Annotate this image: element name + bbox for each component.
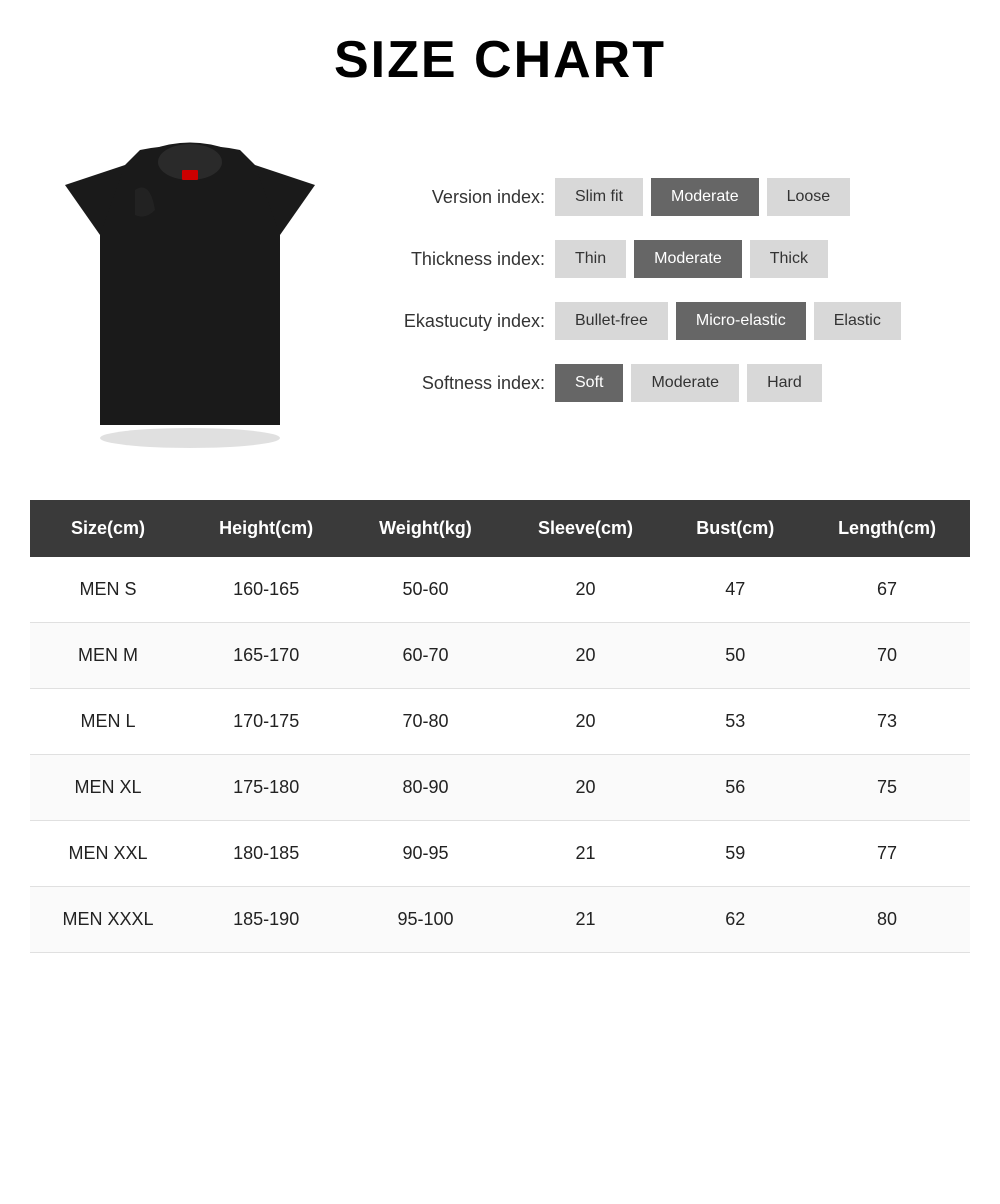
table-cell: 175-180	[186, 755, 346, 821]
softness-hard: Hard	[747, 364, 822, 402]
table-cell: 165-170	[186, 623, 346, 689]
table-cell: 90-95	[346, 821, 504, 887]
table-header-row: Size(cm) Height(cm) Weight(kg) Sleeve(cm…	[30, 500, 970, 557]
table-row: MEN XXXL185-19095-100216280	[30, 887, 970, 953]
table-cell: 80-90	[346, 755, 504, 821]
table-cell: 70-80	[346, 689, 504, 755]
version-index-label: Version index:	[370, 187, 545, 208]
col-weight: Weight(kg)	[346, 500, 504, 557]
table-cell: MEN L	[30, 689, 186, 755]
table-cell: 47	[666, 557, 804, 623]
table-row: MEN S160-16550-60204767	[30, 557, 970, 623]
softness-soft: Soft	[555, 364, 623, 402]
version-loose: Loose	[767, 178, 851, 216]
size-table: Size(cm) Height(cm) Weight(kg) Sleeve(cm…	[30, 500, 970, 953]
table-cell: MEN M	[30, 623, 186, 689]
version-index-options: Slim fit Moderate Loose	[555, 178, 850, 216]
table-row: MEN L170-17570-80205373	[30, 689, 970, 755]
table-cell: 56	[666, 755, 804, 821]
table-row: MEN M165-17060-70205070	[30, 623, 970, 689]
elasticity-index-row: Ekastucuty index: Bullet-free Micro-elas…	[370, 302, 970, 340]
table-cell: 70	[804, 623, 970, 689]
elasticity-index-label: Ekastucuty index:	[370, 311, 545, 332]
table-cell: 67	[804, 557, 970, 623]
thickness-thin: Thin	[555, 240, 626, 278]
elasticity-micro-elastic: Micro-elastic	[676, 302, 806, 340]
tshirt-image	[30, 120, 350, 460]
table-cell: 80	[804, 887, 970, 953]
col-height: Height(cm)	[186, 500, 346, 557]
table-cell: 59	[666, 821, 804, 887]
top-section: Version index: Slim fit Moderate Loose T…	[30, 120, 970, 460]
table-cell: 185-190	[186, 887, 346, 953]
col-bust: Bust(cm)	[666, 500, 804, 557]
elasticity-elastic: Elastic	[814, 302, 901, 340]
thickness-moderate: Moderate	[634, 240, 742, 278]
table-cell: 50-60	[346, 557, 504, 623]
table-cell: 180-185	[186, 821, 346, 887]
softness-index-row: Softness index: Soft Moderate Hard	[370, 364, 970, 402]
table-cell: 170-175	[186, 689, 346, 755]
table-cell: 160-165	[186, 557, 346, 623]
page-title: SIZE CHART	[30, 30, 970, 90]
table-row: MEN XXL180-18590-95215977	[30, 821, 970, 887]
table-cell: MEN XXL	[30, 821, 186, 887]
version-index-row: Version index: Slim fit Moderate Loose	[370, 178, 970, 216]
thickness-index-label: Thickness index:	[370, 249, 545, 270]
thickness-index-row: Thickness index: Thin Moderate Thick	[370, 240, 970, 278]
softness-index-label: Softness index:	[370, 373, 545, 394]
table-cell: 73	[804, 689, 970, 755]
table-cell: 20	[505, 623, 667, 689]
thickness-index-options: Thin Moderate Thick	[555, 240, 828, 278]
col-length: Length(cm)	[804, 500, 970, 557]
table-row: MEN XL175-18080-90205675	[30, 755, 970, 821]
table-cell: 21	[505, 821, 667, 887]
tshirt-svg	[50, 130, 330, 450]
size-chart-section: Size(cm) Height(cm) Weight(kg) Sleeve(cm…	[30, 500, 970, 953]
col-size: Size(cm)	[30, 500, 186, 557]
table-cell: 60-70	[346, 623, 504, 689]
indices-section: Version index: Slim fit Moderate Loose T…	[350, 178, 970, 402]
table-cell: 20	[505, 557, 667, 623]
table-cell: MEN S	[30, 557, 186, 623]
table-cell: 50	[666, 623, 804, 689]
table-cell: MEN XXXL	[30, 887, 186, 953]
table-cell: 20	[505, 755, 667, 821]
softness-index-options: Soft Moderate Hard	[555, 364, 822, 402]
thickness-thick: Thick	[750, 240, 828, 278]
elasticity-index-options: Bullet-free Micro-elastic Elastic	[555, 302, 901, 340]
table-cell: 20	[505, 689, 667, 755]
table-cell: 75	[804, 755, 970, 821]
softness-moderate: Moderate	[631, 364, 739, 402]
table-cell: MEN XL	[30, 755, 186, 821]
col-sleeve: Sleeve(cm)	[505, 500, 667, 557]
table-cell: 53	[666, 689, 804, 755]
version-slim-fit: Slim fit	[555, 178, 643, 216]
table-cell: 21	[505, 887, 667, 953]
version-moderate: Moderate	[651, 178, 759, 216]
table-cell: 77	[804, 821, 970, 887]
elasticity-bullet-free: Bullet-free	[555, 302, 668, 340]
table-cell: 95-100	[346, 887, 504, 953]
table-cell: 62	[666, 887, 804, 953]
